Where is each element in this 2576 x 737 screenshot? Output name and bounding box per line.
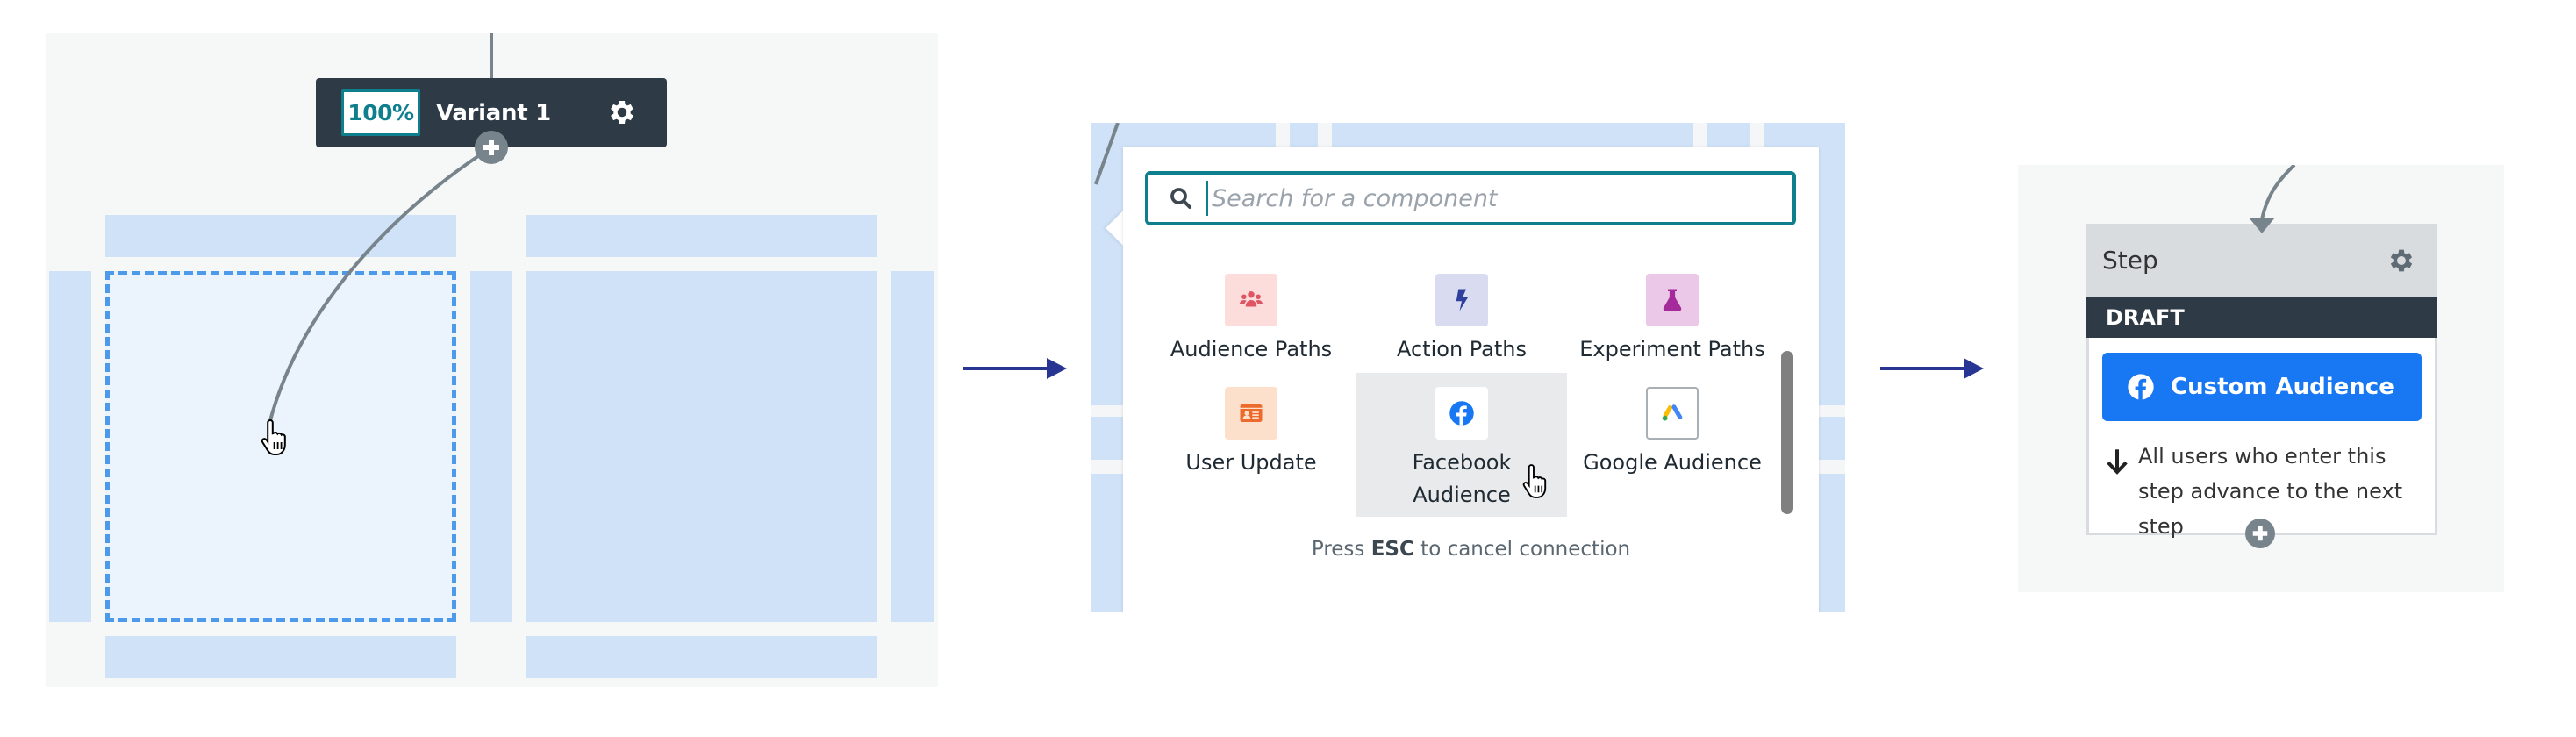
canvas-gap bbox=[1276, 123, 1290, 149]
step-node[interactable]: Step DRAFT Custom Audience All users who… bbox=[2086, 224, 2437, 539]
cancel-hint-suffix: to cancel connection bbox=[1413, 538, 1631, 561]
arrow-down-icon bbox=[2107, 449, 2128, 475]
gear-icon[interactable] bbox=[606, 97, 638, 128]
component-label: User Update bbox=[1185, 450, 1317, 475]
facebook-icon bbox=[1435, 387, 1488, 440]
canvas-block bbox=[526, 215, 877, 257]
facebook-icon bbox=[2128, 374, 2154, 400]
scrollbar-thumb[interactable] bbox=[1781, 351, 1793, 514]
arrow-right-icon bbox=[1880, 358, 1984, 379]
google-ads-icon bbox=[1646, 387, 1699, 440]
component-facebook-audience[interactable]: Facebook Audience bbox=[1356, 373, 1567, 517]
esc-key-label: ESC bbox=[1370, 538, 1414, 561]
hand-pointer-cursor bbox=[1522, 464, 1547, 498]
canvas-panel-drag-connection: 100% Variant 1 bbox=[46, 33, 938, 687]
component-google-audience[interactable]: Google Audience bbox=[1567, 373, 1778, 517]
canvas-block bbox=[105, 636, 456, 678]
connector-line bbox=[1094, 123, 1120, 185]
gear-icon[interactable] bbox=[2386, 246, 2416, 275]
arrow-right-icon bbox=[963, 358, 1067, 379]
canvas-block bbox=[526, 271, 877, 622]
cancel-hint-prefix: Press bbox=[1311, 538, 1371, 561]
status-badge: DRAFT bbox=[2086, 297, 2437, 338]
canvas-gap bbox=[1318, 123, 1332, 149]
hand-pointer-cursor bbox=[261, 419, 286, 455]
canvas-block bbox=[105, 215, 456, 257]
plus-circle-icon[interactable] bbox=[475, 131, 508, 164]
bolt-icon bbox=[1435, 274, 1488, 326]
id-card-icon bbox=[1225, 387, 1277, 440]
component-label: Experiment Paths bbox=[1579, 337, 1765, 361]
component-user-update[interactable]: User Update bbox=[1146, 373, 1356, 517]
variant-percent-badge[interactable]: 100% bbox=[341, 89, 420, 136]
flask-icon bbox=[1646, 274, 1699, 326]
component-picker-panel: Audience Paths Action Paths Experiment P… bbox=[1091, 123, 1845, 612]
advance-text: All users who enter this step advance to… bbox=[2138, 444, 2403, 539]
custom-audience-label: Custom Audience bbox=[2171, 374, 2394, 400]
canvas-gap bbox=[1693, 123, 1707, 149]
canvas-block bbox=[526, 636, 877, 678]
incoming-connector-arrow bbox=[2249, 165, 2296, 233]
canvas-block bbox=[891, 271, 934, 622]
canvas-block bbox=[470, 271, 512, 622]
step-result-panel: Step DRAFT Custom Audience All users who… bbox=[2018, 165, 2504, 592]
custom-audience-button[interactable]: Custom Audience bbox=[2102, 353, 2422, 421]
component-search-popover: Audience Paths Action Paths Experiment P… bbox=[1123, 147, 1819, 612]
canvas-block bbox=[49, 271, 91, 622]
component-label: Google Audience bbox=[1583, 450, 1762, 475]
canvas-gap bbox=[1750, 123, 1764, 149]
users-icon bbox=[1225, 274, 1277, 326]
search-icon bbox=[1170, 188, 1191, 209]
component-label: Audience Paths bbox=[1170, 337, 1333, 361]
component-label: Action Paths bbox=[1396, 337, 1528, 361]
plus-circle-icon[interactable] bbox=[2245, 519, 2275, 548]
canvas-gap bbox=[1091, 460, 1127, 474]
canvas-gap bbox=[1091, 405, 1127, 417]
search-box[interactable] bbox=[1145, 171, 1796, 225]
cancel-hint: Press ESC to cancel connection bbox=[1123, 538, 1819, 561]
search-input[interactable] bbox=[1206, 181, 1792, 216]
step-title: Step bbox=[2102, 246, 2158, 275]
